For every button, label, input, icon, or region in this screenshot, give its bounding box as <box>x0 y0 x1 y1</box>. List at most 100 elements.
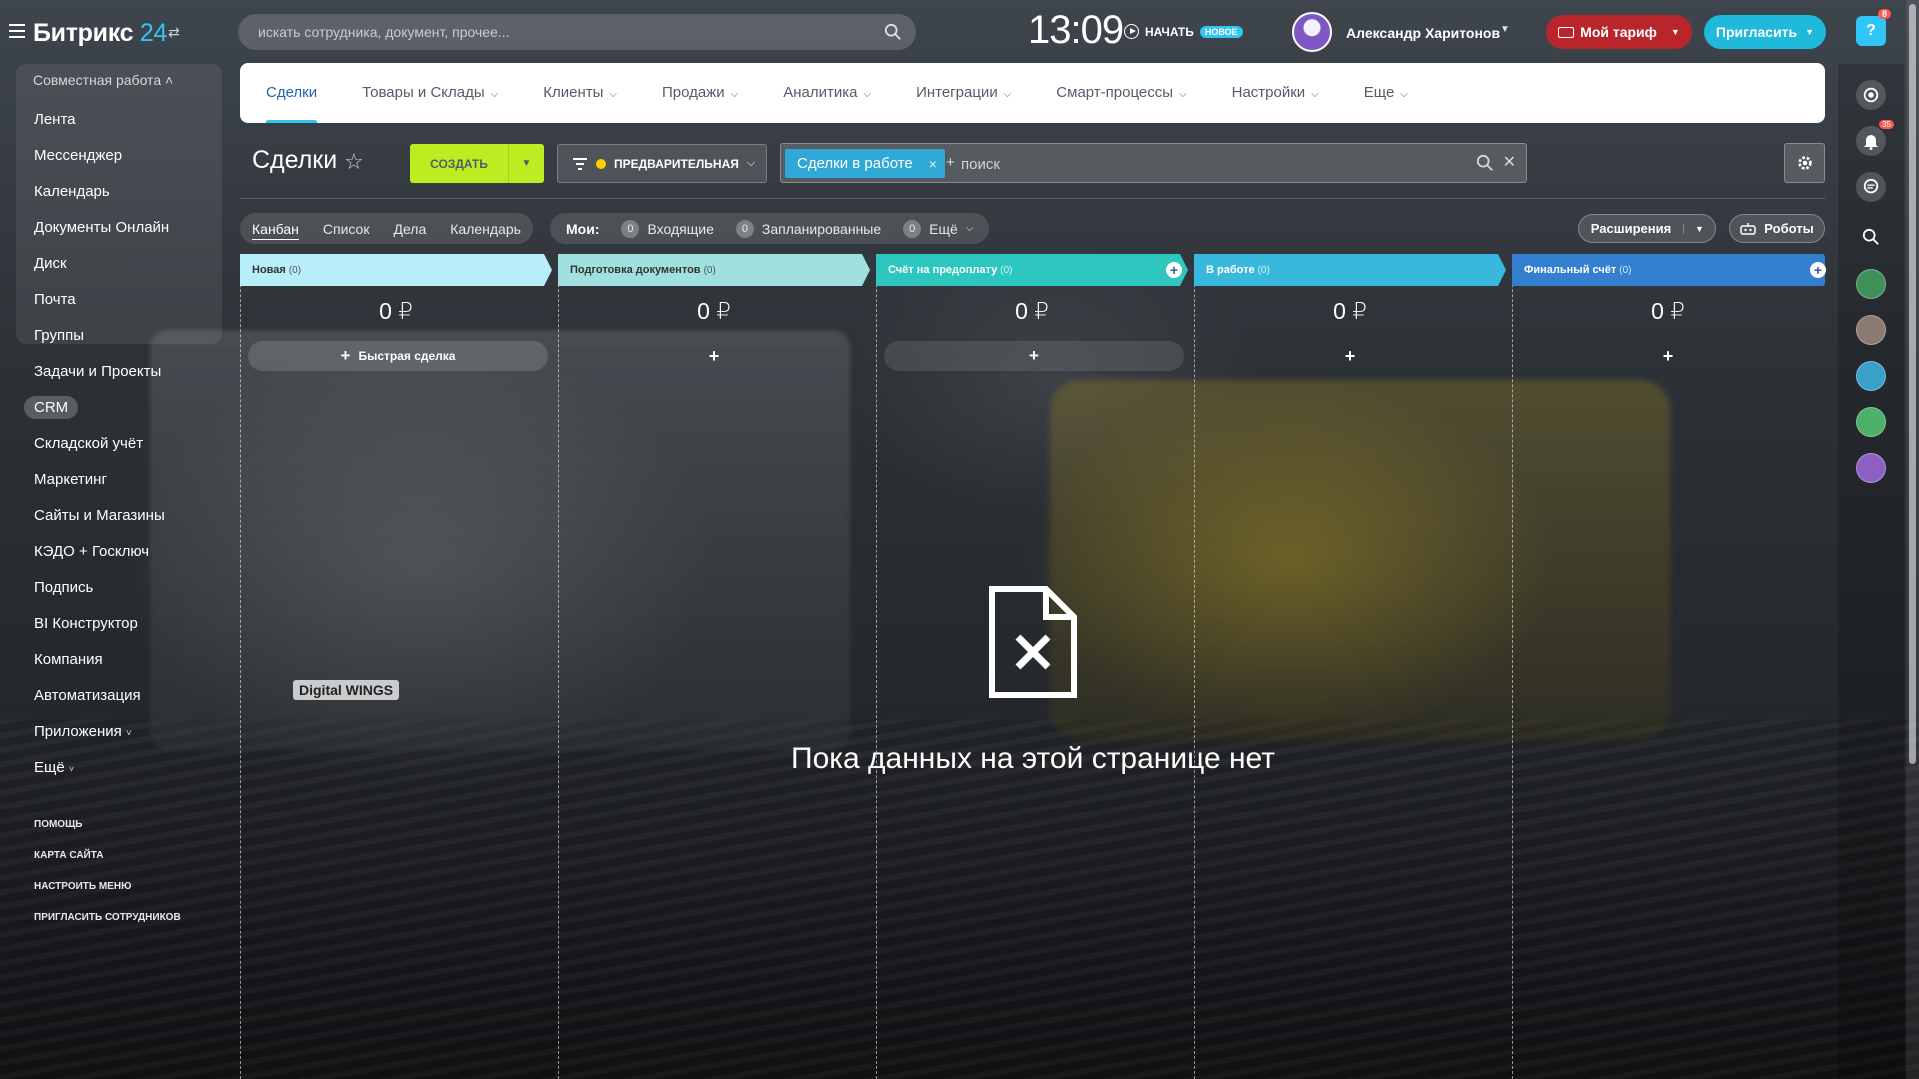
contact-avatar[interactable] <box>1856 269 1886 299</box>
logo[interactable]: Битрикс 24 <box>33 19 167 48</box>
sidebar-item-marketing[interactable]: Маркетинг <box>0 462 222 498</box>
funnel-select[interactable]: ПРЕДВАРИТЕЛЬНАЯ ⌵ <box>557 144 767 183</box>
portal-switch-icon[interactable]: ⇄ <box>168 24 180 41</box>
tab-sales[interactable]: Продажи ⌵ <box>662 63 738 123</box>
search-icon[interactable] <box>884 23 902 41</box>
column-header[interactable]: Подготовка документов (0) <box>558 254 870 286</box>
add-deal-button[interactable]: + <box>884 341 1184 371</box>
search-icon[interactable] <box>1476 154 1494 172</box>
sidebar-item-apps[interactable]: Приложения ˅ <box>0 714 222 750</box>
chevron-down-icon: ⌵ <box>1003 89 1012 100</box>
sidebar-item-calendar[interactable]: Календарь <box>0 174 222 210</box>
quick-deal-button[interactable]: + Быстрая сделка <box>248 341 548 371</box>
sidebar-link-help[interactable]: ПОМОЩЬ <box>34 819 82 830</box>
tab-smart-processes[interactable]: Смарт-процессы ⌵ <box>1056 63 1186 123</box>
extensions-button[interactable]: Расширения ▼ <box>1578 214 1716 243</box>
sidebar-item-warehouse[interactable]: Складской учёт <box>0 426 222 462</box>
star-icon[interactable]: ☆ <box>344 149 364 175</box>
contact-avatar[interactable] <box>1856 407 1886 437</box>
view-activities[interactable]: Дела <box>393 221 426 237</box>
contact-avatar[interactable] <box>1856 315 1886 345</box>
clear-filter-icon[interactable]: ✕ <box>1503 152 1516 172</box>
my-tariff-button[interactable]: Мой тариф ▼ <box>1546 15 1692 49</box>
contact-avatar[interactable] <box>1856 453 1886 483</box>
kanban-column: Подготовка документов (0) 0 ₽ + <box>558 254 876 1079</box>
sidebar-group-title[interactable]: Совместная работа ˄ <box>33 72 173 88</box>
column-header[interactable]: Счёт на предоплату (0) <box>876 254 1188 286</box>
chevron-down-icon[interactable]: ▼ <box>1683 223 1715 234</box>
search-icon[interactable] <box>1856 222 1886 252</box>
add-deal-plus-icon[interactable]: + <box>1194 346 1506 367</box>
column-header[interactable]: Финальный счёт (0) <box>1512 254 1825 286</box>
filter-chip[interactable]: Сделки в работе × <box>785 149 945 178</box>
chevron-down-icon: ⌵ <box>965 223 974 234</box>
crm-nav-bar: Сделки Товары и Склады ⌵ Клиенты ⌵ Продажи… <box>240 63 1825 123</box>
sidebar-item-kedo[interactable]: КЭДО + Госключ <box>0 534 222 570</box>
remove-filter-icon[interactable]: × <box>929 156 937 172</box>
sidebar-item-feed[interactable]: Лента <box>0 102 222 138</box>
sidebar-item-automation[interactable]: Автоматизация <box>0 678 222 714</box>
contact-avatar[interactable] <box>1856 361 1886 391</box>
column-header[interactable]: В работе (0) <box>1194 254 1506 286</box>
add-deal-plus-icon[interactable]: + <box>558 346 870 367</box>
start-workday-button[interactable]: НАЧАТЬ НОВОЕ <box>1124 24 1243 39</box>
chevron-down-icon[interactable]: ▼ <box>1500 24 1510 35</box>
add-deal-plus-icon[interactable]: + <box>1512 346 1824 367</box>
counter-planned[interactable]: 0 Запланированные <box>735 219 881 238</box>
sidebar-item-mail[interactable]: Почта <box>0 282 222 318</box>
copilot-icon[interactable] <box>1856 80 1886 110</box>
tab-settings[interactable]: Настройки ⌵ <box>1232 63 1319 123</box>
notifications-bell-icon[interactable]: 35 <box>1856 120 1894 156</box>
create-dropdown-button[interactable]: ▼ <box>508 144 544 183</box>
scrollbar-thumb[interactable] <box>1909 4 1916 764</box>
chat-icon[interactable] <box>1856 172 1886 202</box>
sidebar-item-groups[interactable]: Группы <box>0 318 222 354</box>
global-search-input[interactable] <box>238 14 916 50</box>
view-kanban[interactable]: Канбан <box>252 221 299 237</box>
user-name[interactable]: Александр Харитонов <box>1346 25 1500 41</box>
sidebar-item-disk[interactable]: Диск <box>0 246 222 282</box>
add-stage-icon[interactable]: + <box>1166 262 1182 278</box>
gear-icon <box>1797 156 1812 170</box>
invite-button[interactable]: Пригласить ▼ <box>1704 15 1826 49</box>
sidebar-link-sitemap[interactable]: КАРТА САЙТА <box>34 850 103 861</box>
sidebar-item-messenger[interactable]: Мессенджер <box>0 138 222 174</box>
tab-analytics[interactable]: Аналитика ⌵ <box>783 63 871 123</box>
view-list[interactable]: Список <box>323 221 370 237</box>
tab-deals[interactable]: Сделки <box>266 63 318 123</box>
filter-icon <box>573 157 587 170</box>
column-separator <box>876 254 877 1079</box>
create-button[interactable]: СОЗДАТЬ ▼ <box>410 144 544 183</box>
user-avatar[interactable] <box>1292 12 1332 52</box>
tab-more[interactable]: Еще ⌵ <box>1364 63 1408 123</box>
column-header[interactable]: Новая (0) <box>240 254 552 286</box>
settings-gear-button[interactable] <box>1784 143 1825 183</box>
sidebar-item-tasks[interactable]: Задачи и Проекты <box>0 354 222 390</box>
add-stage-icon[interactable]: + <box>1810 262 1826 278</box>
my-counters: Мои: 0 Входящие 0 Запланированные 0 Ещё ⌵ <box>550 213 990 244</box>
tab-products[interactable]: Товары и Склады ⌵ <box>362 63 498 123</box>
sidebar-item-sign[interactable]: Подпись <box>0 570 222 606</box>
view-calendar[interactable]: Календарь <box>450 221 521 237</box>
sidebar-item-more[interactable]: Ещё ˅ <box>0 750 222 786</box>
sidebar-item-crm[interactable]: CRM <box>0 390 222 426</box>
page-scrollbar[interactable] <box>1906 0 1919 1079</box>
menu-burger-icon[interactable] <box>9 24 25 38</box>
add-filter-icon[interactable]: + <box>946 154 955 171</box>
sidebar-item-documents[interactable]: Документы Онлайн <box>0 210 222 246</box>
counter-incoming[interactable]: 0 Входящие <box>621 219 714 238</box>
my-counters-label: Мои: <box>566 220 600 237</box>
sidebar-item-company[interactable]: Компания <box>0 642 222 678</box>
help-button[interactable]: ? 8 <box>1856 9 1891 46</box>
sidebar-link-invite[interactable]: ПРИГЛАСИТЬ СОТРУДНИКОВ <box>34 912 181 923</box>
filter-search-input[interactable] <box>961 150 1481 178</box>
sidebar-item-sites[interactable]: Сайты и Магазины <box>0 498 222 534</box>
robots-button[interactable]: Роботы <box>1729 214 1825 243</box>
tab-integrations[interactable]: Интеграции ⌵ <box>916 63 1011 123</box>
tab-clients[interactable]: Клиенты ⌵ <box>543 63 617 123</box>
clock[interactable]: 13:09 <box>1028 8 1124 53</box>
counter-more[interactable]: 0 Ещё ⌵ <box>903 219 974 238</box>
chevron-down-icon: ⌵ <box>1400 89 1408 100</box>
sidebar-item-bi[interactable]: BI Конструктор <box>0 606 222 642</box>
sidebar-link-configure-menu[interactable]: НАСТРОИТЬ МЕНЮ <box>34 881 131 892</box>
